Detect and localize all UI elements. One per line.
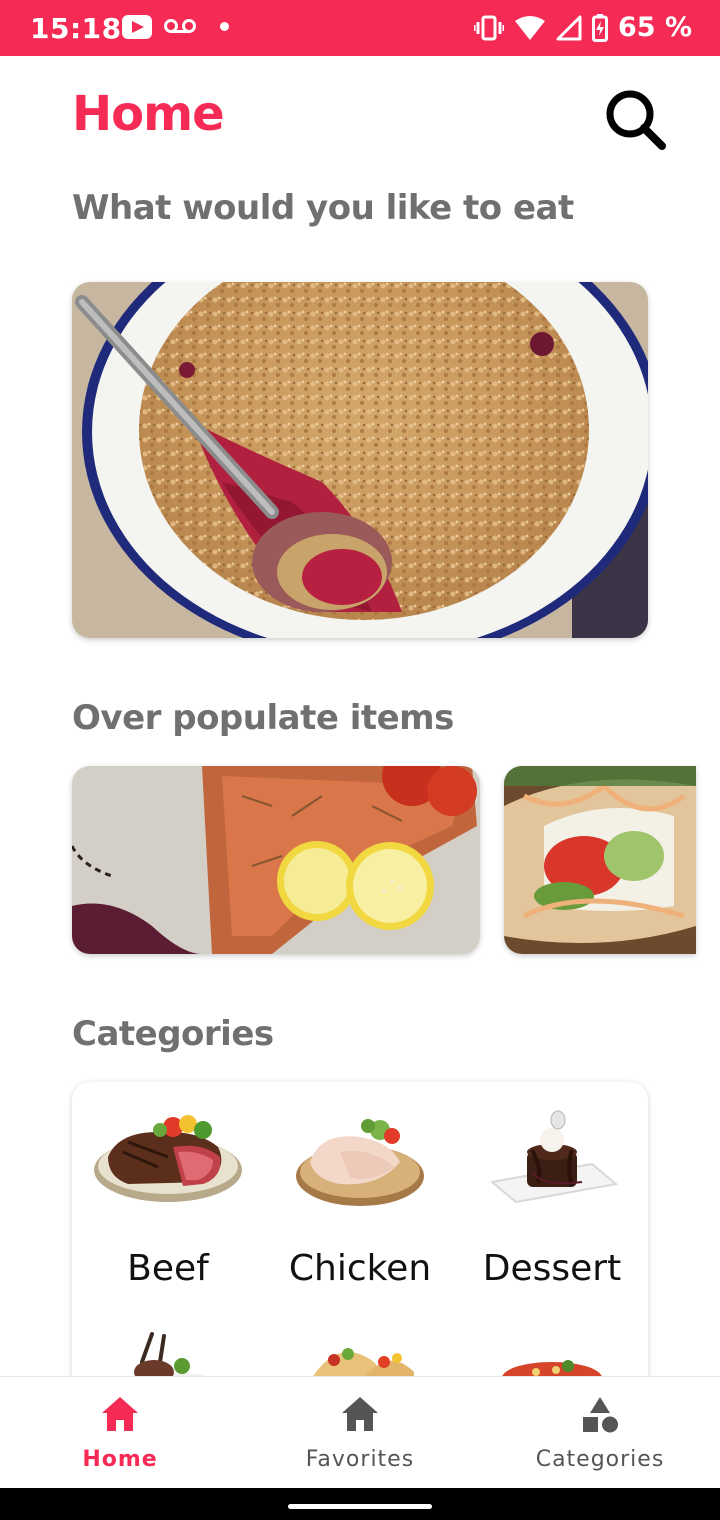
category-item-dessert[interactable]: Dessert bbox=[456, 1082, 648, 1312]
bottom-navigation: Home Favorites Categories bbox=[0, 1376, 720, 1488]
nav-label: Favorites bbox=[305, 1447, 415, 1472]
category-item-chicken[interactable]: Chicken bbox=[264, 1082, 456, 1312]
home-icon bbox=[102, 1397, 138, 1431]
battery-percent: 65 % bbox=[617, 12, 692, 43]
category-label: Chicken bbox=[288, 1248, 432, 1289]
popular-item-card[interactable] bbox=[504, 766, 696, 954]
category-item-beef[interactable]: Beef bbox=[72, 1082, 264, 1312]
wifi-icon: 4 bbox=[514, 15, 545, 41]
nav-label: Categories bbox=[535, 1447, 665, 1472]
fish-tacos-image bbox=[504, 766, 696, 954]
svg-text:4: 4 bbox=[533, 30, 541, 41]
popular-section-title: Over populate items bbox=[72, 698, 454, 738]
crumble-dessert-image bbox=[72, 282, 648, 638]
home-icon bbox=[342, 1397, 378, 1431]
status-time: 15:18 bbox=[30, 12, 122, 45]
shapes-icon bbox=[583, 1397, 618, 1433]
category-label: Beef bbox=[127, 1248, 209, 1289]
categories-section-title: Categories bbox=[72, 1014, 274, 1054]
categories-card: Beef Chicken Dessert bbox=[72, 1082, 648, 1402]
hero-image-card[interactable] bbox=[72, 282, 648, 638]
home-gesture-handle[interactable] bbox=[288, 1504, 432, 1509]
hero-section-title: What would you like to eat bbox=[72, 188, 574, 228]
youtube-icon bbox=[122, 15, 152, 39]
chocolate-cake-image bbox=[489, 1110, 619, 1204]
grilled-salmon-lemon-image bbox=[72, 766, 480, 954]
page-title: Home bbox=[72, 86, 225, 142]
beef-steak-image bbox=[94, 1115, 242, 1202]
voicemail-icon bbox=[164, 19, 196, 33]
search-button[interactable] bbox=[600, 86, 670, 152]
vibrate-icon bbox=[473, 15, 504, 40]
system-navigation-bar bbox=[0, 1488, 720, 1520]
nav-item-favorites[interactable]: Favorites bbox=[240, 1377, 480, 1489]
nav-item-home[interactable]: Home bbox=[0, 1377, 240, 1489]
chicken-leg-image bbox=[296, 1119, 424, 1206]
battery-charging-icon bbox=[591, 13, 608, 42]
search-icon bbox=[606, 90, 666, 150]
nav-label: Home bbox=[82, 1447, 158, 1472]
signal-icon bbox=[556, 15, 582, 40]
nav-item-categories[interactable]: Categories bbox=[480, 1377, 720, 1489]
popular-item-card[interactable] bbox=[72, 766, 480, 954]
category-label: Dessert bbox=[482, 1248, 622, 1289]
notification-dot-icon bbox=[220, 22, 229, 31]
status-bar: 15:18 4 65 % bbox=[0, 0, 720, 56]
